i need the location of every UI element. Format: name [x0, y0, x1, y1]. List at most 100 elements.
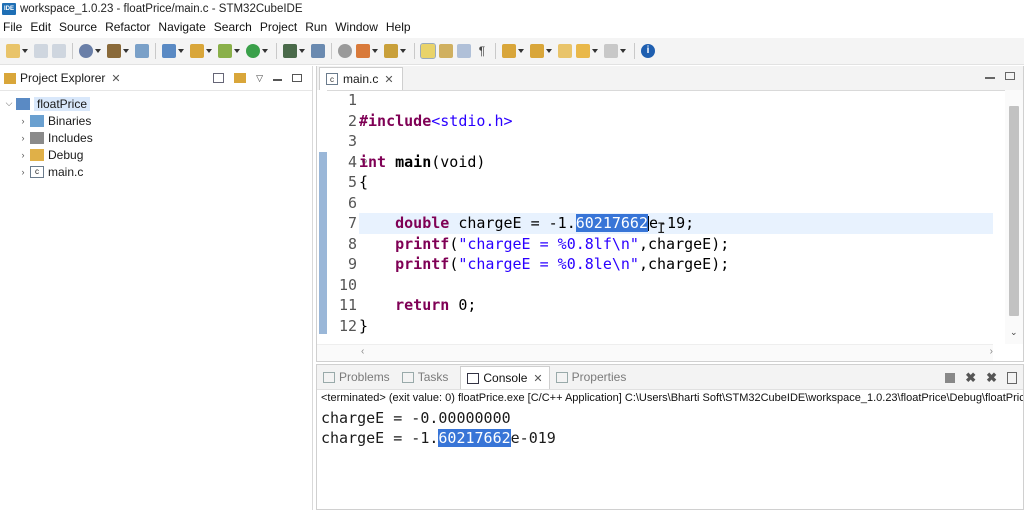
- tab-main-c[interactable]: c main.c ✕: [319, 67, 403, 90]
- gear-dropdown-icon[interactable]: [95, 49, 101, 53]
- tab-tasks[interactable]: Tasks: [401, 365, 455, 389]
- code-line-5: {: [359, 172, 993, 193]
- search-dropdown-icon[interactable]: [372, 49, 378, 53]
- menu-refactor[interactable]: Refactor: [102, 20, 155, 34]
- remove-all-launches-icon[interactable]: ✖: [986, 370, 997, 386]
- minimize-icon[interactable]: [985, 76, 995, 79]
- prev-annotation-dropdown-icon[interactable]: [546, 49, 552, 53]
- next-annotation-icon[interactable]: [502, 44, 516, 58]
- next-annotation-dropdown-icon[interactable]: [518, 49, 524, 53]
- menu-window[interactable]: Window: [332, 20, 383, 34]
- close-icon[interactable]: ✕: [384, 73, 393, 86]
- tree-node-root[interactable]: ⌵ floatPrice: [0, 95, 312, 112]
- collapse-all-icon[interactable]: [213, 73, 225, 83]
- binary-icon[interactable]: [135, 44, 149, 58]
- maximize-icon[interactable]: [292, 74, 302, 82]
- back-dropdown-icon[interactable]: [592, 49, 598, 53]
- tree-node-label: Binaries: [48, 113, 92, 128]
- menu-project[interactable]: Project: [257, 20, 302, 34]
- editor-horizontal-scrollbar[interactable]: ‹ ›: [317, 344, 993, 361]
- tree-node-debug[interactable]: › Debug: [0, 146, 312, 163]
- show-whitespace-icon[interactable]: ¶: [475, 44, 489, 58]
- menu-navigate[interactable]: Navigate: [155, 20, 210, 34]
- skip-breakpoints-icon[interactable]: [311, 44, 325, 58]
- scroll-down-icon[interactable]: ⌄: [1010, 327, 1018, 338]
- expand-chevron-icon[interactable]: ⌵: [4, 98, 14, 109]
- scrollbar-thumb[interactable]: [1009, 106, 1019, 316]
- collapse-chevron-icon[interactable]: ›: [18, 133, 28, 143]
- build-hammer-icon[interactable]: [107, 44, 121, 58]
- range-indicator: [319, 152, 327, 334]
- menu-search[interactable]: Search: [211, 20, 257, 34]
- close-icon[interactable]: ✕: [111, 72, 120, 85]
- tab-project-explorer[interactable]: Project Explorer ✕: [0, 66, 127, 90]
- debug-bug-icon[interactable]: [283, 44, 297, 58]
- external-tools-icon[interactable]: [338, 44, 352, 58]
- open-folder-icon[interactable]: [190, 44, 204, 58]
- view-menu-icon[interactable]: ▽: [256, 73, 263, 84]
- forward-arrow-icon[interactable]: [604, 44, 618, 58]
- prev-annotation-icon[interactable]: [530, 44, 544, 58]
- menu-help[interactable]: Help: [383, 20, 416, 34]
- scroll-right-icon[interactable]: ›: [990, 346, 993, 357]
- build-dropdown-icon[interactable]: [123, 49, 129, 53]
- function-call: printf: [395, 234, 450, 253]
- tree-node-includes[interactable]: › Includes: [0, 129, 312, 146]
- class-dropdown-icon[interactable]: [234, 49, 240, 53]
- explorer-view-tools: ▽: [213, 73, 312, 84]
- minimize-icon[interactable]: [273, 79, 282, 81]
- clear-console-icon[interactable]: [1007, 372, 1017, 384]
- tab-properties[interactable]: Properties: [555, 365, 633, 389]
- scroll-left-icon[interactable]: ‹: [361, 346, 364, 357]
- save-icon[interactable]: [34, 44, 48, 58]
- collapse-chevron-icon[interactable]: ›: [18, 150, 28, 160]
- preprocessor-keyword: #include: [359, 111, 432, 130]
- perspective-dropdown-icon[interactable]: [400, 49, 406, 53]
- new-project-icon[interactable]: [162, 44, 176, 58]
- forward-dropdown-icon[interactable]: [620, 49, 626, 53]
- search-icon[interactable]: [356, 44, 370, 58]
- menu-run[interactable]: Run: [302, 20, 332, 34]
- collapse-chevron-icon[interactable]: ›: [18, 167, 28, 177]
- last-edit-icon[interactable]: [558, 44, 572, 58]
- close-icon[interactable]: ✕: [533, 372, 542, 385]
- new-dropdown-icon[interactable]: [22, 49, 28, 53]
- new-file-icon[interactable]: [6, 44, 20, 58]
- highlight-marker-icon[interactable]: [420, 43, 436, 59]
- string-literal: "chargeE = %0.8le\n": [458, 255, 639, 273]
- debug-dropdown-icon[interactable]: [299, 49, 305, 53]
- open-perspective-icon[interactable]: [384, 44, 398, 58]
- tree-node-main-c[interactable]: › c main.c: [0, 163, 312, 180]
- remove-launch-icon[interactable]: ✖: [965, 370, 976, 386]
- type-keyword: int: [359, 152, 387, 171]
- back-arrow-icon[interactable]: [576, 44, 590, 58]
- tab-problems[interactable]: Problems: [323, 365, 396, 389]
- info-icon[interactable]: i: [641, 44, 655, 58]
- menu-source[interactable]: Source: [56, 20, 102, 34]
- save-all-icon[interactable]: [52, 44, 66, 58]
- maximize-icon[interactable]: [1005, 72, 1015, 80]
- project-tree: ⌵ floatPrice › Binaries › Includes › Deb…: [0, 91, 312, 180]
- editor-vertical-scrollbar[interactable]: ⌄: [1005, 90, 1023, 344]
- collapse-chevron-icon[interactable]: ›: [18, 116, 28, 126]
- toolbar-separator: [72, 43, 73, 59]
- link-with-editor-icon[interactable]: [234, 73, 247, 83]
- code-line-4: int main(void): [359, 152, 993, 173]
- edit-note-icon[interactable]: [439, 44, 453, 58]
- new-class-icon[interactable]: [218, 44, 232, 58]
- run-dropdown-icon[interactable]: [262, 49, 268, 53]
- code-editor[interactable]: 1 2 3 4 ⊖ 5 6 7 8 9 10 11 12 #include<std…: [317, 90, 993, 344]
- settings-gear-icon[interactable]: [79, 44, 93, 58]
- tree-node-binaries[interactable]: › Binaries: [0, 112, 312, 129]
- menu-edit[interactable]: Edit: [27, 20, 56, 34]
- terminate-icon[interactable]: [945, 373, 956, 383]
- folder-dropdown-icon[interactable]: [206, 49, 212, 53]
- tab-console[interactable]: Console ✕: [460, 366, 550, 389]
- project-dropdown-icon[interactable]: [178, 49, 184, 53]
- block-select-icon[interactable]: [457, 44, 471, 58]
- run-icon[interactable]: [246, 44, 260, 58]
- menu-file[interactable]: File: [0, 20, 27, 34]
